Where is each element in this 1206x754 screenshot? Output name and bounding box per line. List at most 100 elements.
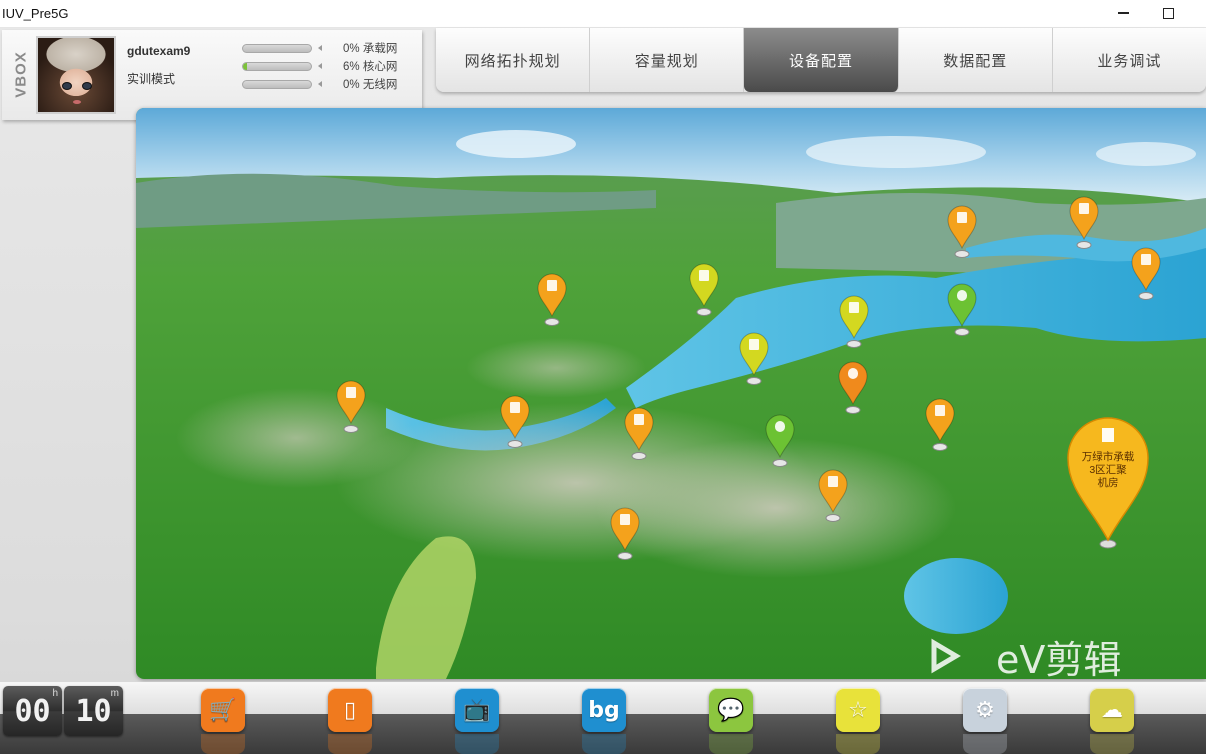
progress-text: 0% 无线网 <box>343 79 398 91</box>
marker-base <box>845 406 861 414</box>
tab-device-config[interactable]: 设备配置 <box>744 28 899 92</box>
building-icon <box>634 414 644 425</box>
timer-minutes-unit: m <box>110 688 119 699</box>
star-icon: ☆ <box>848 697 868 723</box>
building-icon <box>935 405 945 416</box>
timer-minutes: 10 m <box>64 686 123 736</box>
house-icon <box>699 270 709 281</box>
marker-base <box>696 308 712 316</box>
building-icon <box>1141 254 1151 265</box>
training-mode-label: 实训模式 <box>127 72 176 86</box>
marker-base <box>617 552 633 560</box>
marker-base <box>631 452 647 460</box>
tab-service-debug[interactable]: 业务调试 <box>1053 28 1206 92</box>
cloud-button[interactable]: ☁ <box>1090 688 1134 732</box>
progress-bearer: 0% 承载网 <box>242 41 412 55</box>
settings-button[interactable]: ⚙ <box>963 688 1007 732</box>
progress-core: 6% 核心网 <box>242 59 412 73</box>
map-canvas[interactable]: 万绿市承载 3区汇聚 机房 eV剪辑 <box>136 108 1206 679</box>
house-icon <box>749 339 759 350</box>
watermark-text: eV剪辑 <box>996 638 1121 679</box>
building-icon <box>346 387 356 398</box>
timer-hours-value: 00 <box>14 693 51 729</box>
tab-data-config[interactable]: 数据配置 <box>899 28 1053 92</box>
window-title: IUV_Pre5G <box>2 6 69 21</box>
building-icon <box>1102 428 1114 442</box>
marker-base <box>932 443 948 451</box>
tab-network-topology[interactable]: 网络拓扑规划 <box>436 28 591 92</box>
marker-base <box>825 514 841 522</box>
marker-base <box>1138 292 1154 300</box>
building-icon <box>828 476 838 487</box>
title-bar: IUV_Pre5G <box>0 0 1206 28</box>
cloud-icon: ☁ <box>1101 697 1123 723</box>
big-marker-line-1: 万绿市承载 <box>1082 450 1135 463</box>
building-icon <box>510 402 520 413</box>
star-reflection <box>836 734 880 754</box>
arrow-left-icon <box>318 63 322 69</box>
vbox-logo: VBOX <box>8 36 36 116</box>
building-icon <box>957 212 967 223</box>
marker-base <box>954 250 970 258</box>
star-button[interactable]: ☆ <box>836 688 880 732</box>
progress-track <box>242 43 312 53</box>
cart-button[interactable]: 🛒 <box>201 688 245 732</box>
settings-reflection <box>963 734 1007 754</box>
arrow-left-icon <box>318 45 322 51</box>
progress-text: 6% 核心网 <box>343 61 398 73</box>
cloud-reflection <box>1090 734 1134 754</box>
book-icon: ▯ <box>343 697 357 723</box>
tv-reflection <box>455 734 499 754</box>
main-tabs: 网络拓扑规划 容量规划 设备配置 数据配置 业务调试 <box>436 28 1206 92</box>
progress-track <box>242 61 312 71</box>
gear-icon <box>775 421 785 432</box>
chat-button[interactable]: 💬 <box>709 688 753 732</box>
avatar-mouth <box>73 100 81 104</box>
marker-base <box>954 328 970 336</box>
minimize-icon <box>1117 12 1129 14</box>
book-reflection <box>328 734 372 754</box>
marker-base <box>1076 241 1092 249</box>
calendar-bg-icon: bg <box>588 697 620 723</box>
building-icon <box>620 514 630 525</box>
progress-track <box>242 79 312 89</box>
big-marker-line-2: 3区汇聚 <box>1089 463 1127 476</box>
maximize-icon <box>1162 7 1174 19</box>
timer-hours-unit: h <box>52 688 58 699</box>
avatar[interactable] <box>36 36 116 114</box>
chat-icon: 💬 <box>717 697 745 723</box>
city-map[interactable]: 万绿市承载 3区汇聚 机房 eV剪辑 <box>136 108 1206 679</box>
big-marker-line-3: 机房 <box>1098 476 1119 489</box>
cart-reflection <box>201 734 245 754</box>
timer-minutes-value: 10 <box>75 693 112 729</box>
user-panel: VBOX gdutexam9 实训模式 0% 承载网 6% 核心网 0% 无线网 <box>2 30 422 120</box>
minimize-button[interactable] <box>1112 3 1134 23</box>
timer-hours: 00 h <box>3 686 62 736</box>
app-area: VBOX gdutexam9 实训模式 0% 承载网 6% 核心网 0% 无线网… <box>0 28 1206 754</box>
marker-base <box>746 377 762 385</box>
building-icon <box>547 280 557 291</box>
house-icon <box>849 302 859 313</box>
arrow-left-icon <box>318 81 322 87</box>
cart-icon: 🛒 <box>209 697 237 723</box>
progress-wireless: 0% 无线网 <box>242 77 412 91</box>
calendar-bg-button[interactable]: bg <box>582 688 626 732</box>
calendar-bg-reflection <box>582 734 626 754</box>
avatar-eye-right <box>82 82 92 90</box>
globe-icon <box>848 368 858 379</box>
book-button[interactable]: ▯ <box>328 688 372 732</box>
progress-fill <box>243 62 248 70</box>
settings-icon: ⚙ <box>975 697 995 723</box>
tv-icon: 📺 <box>463 697 491 723</box>
marker-base <box>343 425 359 433</box>
avatar-eye-left <box>62 82 72 90</box>
maximize-button[interactable] <box>1157 3 1179 23</box>
tv-button[interactable]: 📺 <box>455 688 499 732</box>
marker-base <box>772 459 788 467</box>
marker-base <box>544 318 560 326</box>
building-icon <box>1079 203 1089 214</box>
tab-capacity-planning[interactable]: 容量规划 <box>590 28 745 92</box>
marker-base <box>507 440 523 448</box>
username: gdutexam9 <box>127 44 191 58</box>
chat-reflection <box>709 734 753 754</box>
